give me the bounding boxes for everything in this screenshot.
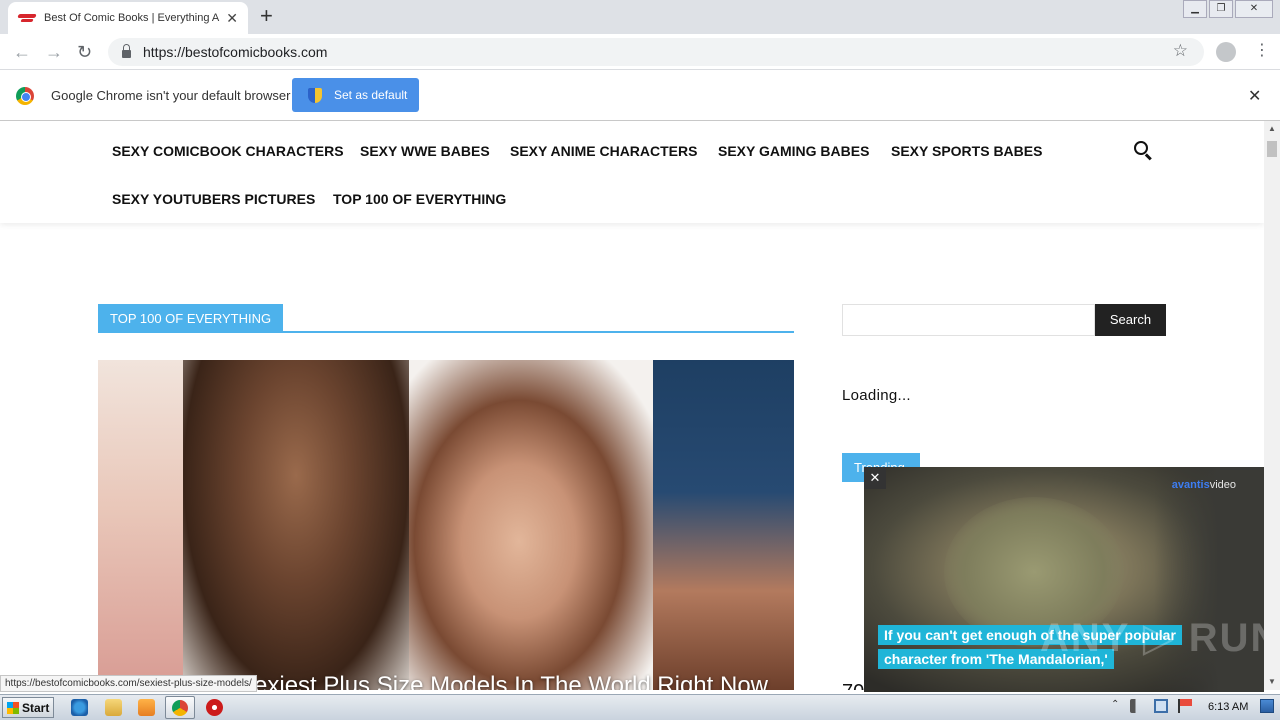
- ad-brand-part-a: avantis: [1171, 479, 1210, 491]
- tab-strip: Best Of Comic Books | Everything Ab ✕ + …: [0, 0, 1280, 34]
- browser-tab[interactable]: Best Of Comic Books | Everything Ab ✕: [8, 2, 248, 34]
- scroll-up-icon[interactable]: ▲: [1268, 124, 1276, 133]
- ad-brand-logo: avantisvideo: [1172, 479, 1236, 491]
- tray-expand-icon[interactable]: ⌃: [1111, 699, 1125, 713]
- nav-item-top100[interactable]: TOP 100 OF EVERYTHING: [333, 191, 506, 207]
- maximize-button[interactable]: ❐: [1209, 0, 1233, 18]
- nav-item-youtubers[interactable]: SEXY YOUTUBERS PICTURES: [112, 191, 315, 207]
- tab-close-icon[interactable]: ✕: [226, 10, 238, 27]
- site-favicon-icon: [18, 13, 36, 23]
- profile-avatar-icon[interactable]: [1216, 42, 1236, 62]
- windows-logo-icon: [7, 701, 19, 714]
- back-button[interactable]: ←: [13, 42, 31, 62]
- url-text[interactable]: https://bestofcomicbooks.com: [143, 44, 327, 60]
- ad-brand-part-b: video: [1209, 479, 1236, 491]
- partial-heading: 70: [842, 681, 864, 690]
- nav-item-gaming[interactable]: SEXY GAMING BABES: [718, 143, 869, 159]
- nav-item-anime[interactable]: SEXY ANIME CHARACTERS: [510, 143, 697, 159]
- video-ad-player[interactable]: ✕ avantisvideo If you can't get enough o…: [864, 467, 1264, 692]
- forward-button[interactable]: →: [45, 42, 63, 62]
- window-close-button[interactable]: ✕: [1235, 0, 1273, 18]
- hero-photo-1: [98, 360, 183, 690]
- infobar-close-icon[interactable]: ✕: [1248, 86, 1261, 106]
- sidebar-search-input[interactable]: [842, 304, 1095, 336]
- volume-icon[interactable]: [1130, 699, 1144, 713]
- featured-post-title[interactable]: Sexiest Plus Size Models In The World Ri…: [238, 672, 768, 690]
- taskbar-clock[interactable]: 6:13 AM: [1208, 701, 1248, 713]
- hero-photo-2: [183, 360, 409, 690]
- status-bar-url: https://bestofcomicbooks.com/sexiest-plu…: [0, 675, 257, 692]
- minimize-button[interactable]: ▁: [1183, 0, 1207, 18]
- anyrun-watermark: ANY ▷ RUN: [1040, 616, 1264, 660]
- opera-icon[interactable]: [206, 699, 223, 716]
- new-tab-button[interactable]: +: [260, 5, 273, 27]
- chrome-logo-icon: [16, 87, 34, 105]
- nav-item-sports[interactable]: SEXY SPORTS BABES: [891, 143, 1042, 159]
- default-browser-infobar: Google Chrome isn't your default browser…: [0, 71, 1280, 121]
- windows-taskbar: Start ⌃ 6:13 AM: [0, 694, 1280, 720]
- nav-item-comicbook[interactable]: SEXY COMICBOOK CHARACTERS: [112, 143, 344, 159]
- nav-item-wwe[interactable]: SEXY WWE BABES: [360, 143, 490, 159]
- internet-explorer-icon[interactable]: [71, 699, 88, 716]
- file-explorer-icon[interactable]: [105, 699, 122, 716]
- scroll-down-icon[interactable]: ▼: [1268, 677, 1276, 686]
- browser-toolbar: ← → ↻ https://bestofcomicbooks.com ☆ ⋮: [0, 34, 1280, 70]
- block-title-label[interactable]: TOP 100 OF EVERYTHING: [98, 304, 284, 331]
- hero-photo-4: [653, 360, 794, 690]
- chrome-taskbar-button[interactable]: [165, 696, 195, 719]
- start-button[interactable]: Start: [2, 697, 54, 718]
- lock-icon: [122, 43, 131, 58]
- bookmark-star-icon[interactable]: ☆: [1173, 41, 1188, 61]
- network-icon[interactable]: [1154, 699, 1168, 713]
- page-scrollbar[interactable]: ▲ ▼: [1264, 121, 1280, 690]
- featured-post-image[interactable]: Sexiest Plus Size Models In The World Ri…: [98, 360, 794, 690]
- tab-title: Best Of Comic Books | Everything Ab: [44, 12, 220, 24]
- ad-close-button[interactable]: ✕: [864, 467, 886, 489]
- action-center-flag-icon[interactable]: [1178, 699, 1192, 713]
- sidebar-search-button[interactable]: Search: [1095, 304, 1166, 336]
- set-as-default-label: Set as default: [334, 88, 408, 102]
- loading-text: Loading...: [842, 387, 911, 404]
- start-label: Start: [22, 700, 50, 715]
- infobar-message: Google Chrome isn't your default browser: [51, 88, 291, 103]
- uac-shield-icon: [308, 87, 322, 103]
- search-icon[interactable]: [1134, 141, 1148, 155]
- scrollbar-thumb[interactable]: [1267, 141, 1277, 157]
- address-bar[interactable]: https://bestofcomicbooks.com ☆: [108, 38, 1204, 66]
- media-player-icon[interactable]: [138, 699, 155, 716]
- reload-button[interactable]: ↻: [77, 42, 92, 62]
- block-title: TOP 100 OF EVERYTHING: [98, 304, 794, 333]
- hero-photo-3: [409, 360, 653, 690]
- chrome-menu-icon[interactable]: ⋮: [1254, 41, 1270, 61]
- set-as-default-button[interactable]: Set as default: [292, 78, 419, 112]
- show-desktop-icon[interactable]: [1260, 699, 1274, 713]
- site-navigation: SEXY COMICBOOK CHARACTERS SEXY WWE BABES…: [0, 121, 1264, 223]
- chrome-taskbar-icon: [172, 700, 188, 716]
